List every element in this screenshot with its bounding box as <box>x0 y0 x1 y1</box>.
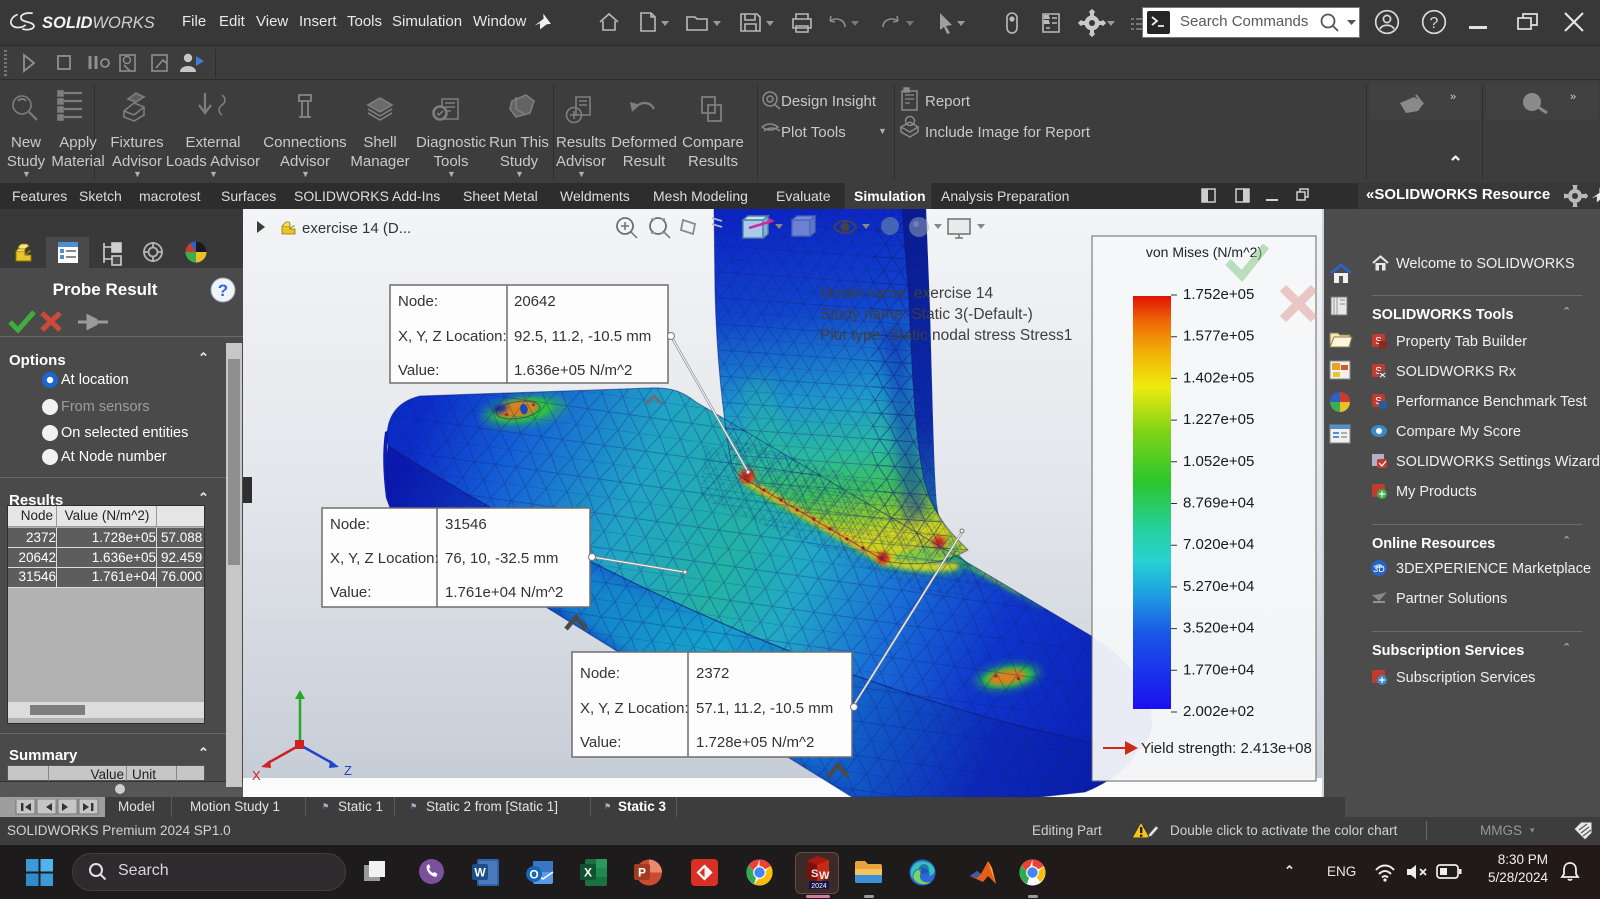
svg-text:X: X <box>252 768 261 783</box>
svg-text:Model name: exercise 14: Model name: exercise 14 <box>820 285 994 302</box>
svg-text:O: O <box>529 868 538 882</box>
svg-text:1.761e+04 N/m^2: 1.761e+04 N/m^2 <box>445 584 563 601</box>
svg-text:8.769e+04: 8.769e+04 <box>1183 495 1254 512</box>
svg-text:3D: 3D <box>1373 564 1385 574</box>
svg-text:Yield strength: 2.413e+08: Yield strength: 2.413e+08 <box>1141 740 1312 757</box>
svg-text:5.270e+04: 5.270e+04 <box>1183 578 1254 595</box>
svg-text:Plot type: Static nodal stress: Plot type: Static nodal stress Stress1 <box>820 327 1072 344</box>
svg-text:Value:: Value: <box>580 734 621 751</box>
svg-text:1.227e+05: 1.227e+05 <box>1183 411 1254 428</box>
svg-text:P: P <box>638 866 646 880</box>
svg-text:57.1, 11.2, -10.5 mm: 57.1, 11.2, -10.5 mm <box>696 700 833 717</box>
svg-text:Z: Z <box>344 763 352 778</box>
svg-text:Node:: Node: <box>398 293 438 310</box>
svg-text:31546: 31546 <box>445 516 487 533</box>
svg-text:Node:: Node: <box>580 665 620 682</box>
svg-text:exercise 14 (D...: exercise 14 (D... <box>302 220 411 237</box>
svg-text:Node:: Node: <box>330 516 370 533</box>
svg-text:2024: 2024 <box>811 883 827 889</box>
svg-text:20642: 20642 <box>514 293 556 310</box>
svg-text:W: W <box>819 870 830 882</box>
svg-text:Study name: Static 3(-Default-: Study name: Static 3(-Default-) <box>820 306 1033 323</box>
svg-text:X, Y, Z Location:: X, Y, Z Location: <box>398 328 507 345</box>
svg-text:X: X <box>584 866 592 880</box>
svg-text:X, Y, Z Location:: X, Y, Z Location: <box>580 700 689 717</box>
svg-text:92.5, 11.2, -10.5 mm: 92.5, 11.2, -10.5 mm <box>514 328 651 345</box>
svg-text:2.002e+02: 2.002e+02 <box>1183 703 1254 720</box>
svg-text:?: ? <box>218 281 228 300</box>
svg-text:76, 10, -32.5 mm: 76, 10, -32.5 mm <box>445 550 558 567</box>
svg-text:X, Y, Z Location:: X, Y, Z Location: <box>330 550 439 567</box>
svg-text:W: W <box>474 866 486 880</box>
svg-text:1.577e+05: 1.577e+05 <box>1183 328 1254 345</box>
svg-text:Value:: Value: <box>398 362 439 379</box>
svg-text:Value:: Value: <box>330 584 371 601</box>
svg-text:1.770e+04: 1.770e+04 <box>1183 661 1254 678</box>
svg-text:3.520e+04: 3.520e+04 <box>1183 620 1254 637</box>
svg-text:von Mises (N/m^2): von Mises (N/m^2) <box>1146 244 1262 260</box>
svg-text:1.402e+05: 1.402e+05 <box>1183 369 1254 386</box>
svg-text:1.752e+05: 1.752e+05 <box>1183 286 1254 303</box>
svg-text:1.728e+05 N/m^2: 1.728e+05 N/m^2 <box>696 734 814 751</box>
svg-text:?: ? <box>1430 15 1439 32</box>
svg-text:7.020e+04: 7.020e+04 <box>1183 536 1254 553</box>
svg-text:1.052e+05: 1.052e+05 <box>1183 453 1254 470</box>
svg-text:1.636e+05 N/m^2: 1.636e+05 N/m^2 <box>514 362 632 379</box>
svg-text:2372: 2372 <box>696 665 729 682</box>
svg-text:S: S <box>811 868 818 880</box>
